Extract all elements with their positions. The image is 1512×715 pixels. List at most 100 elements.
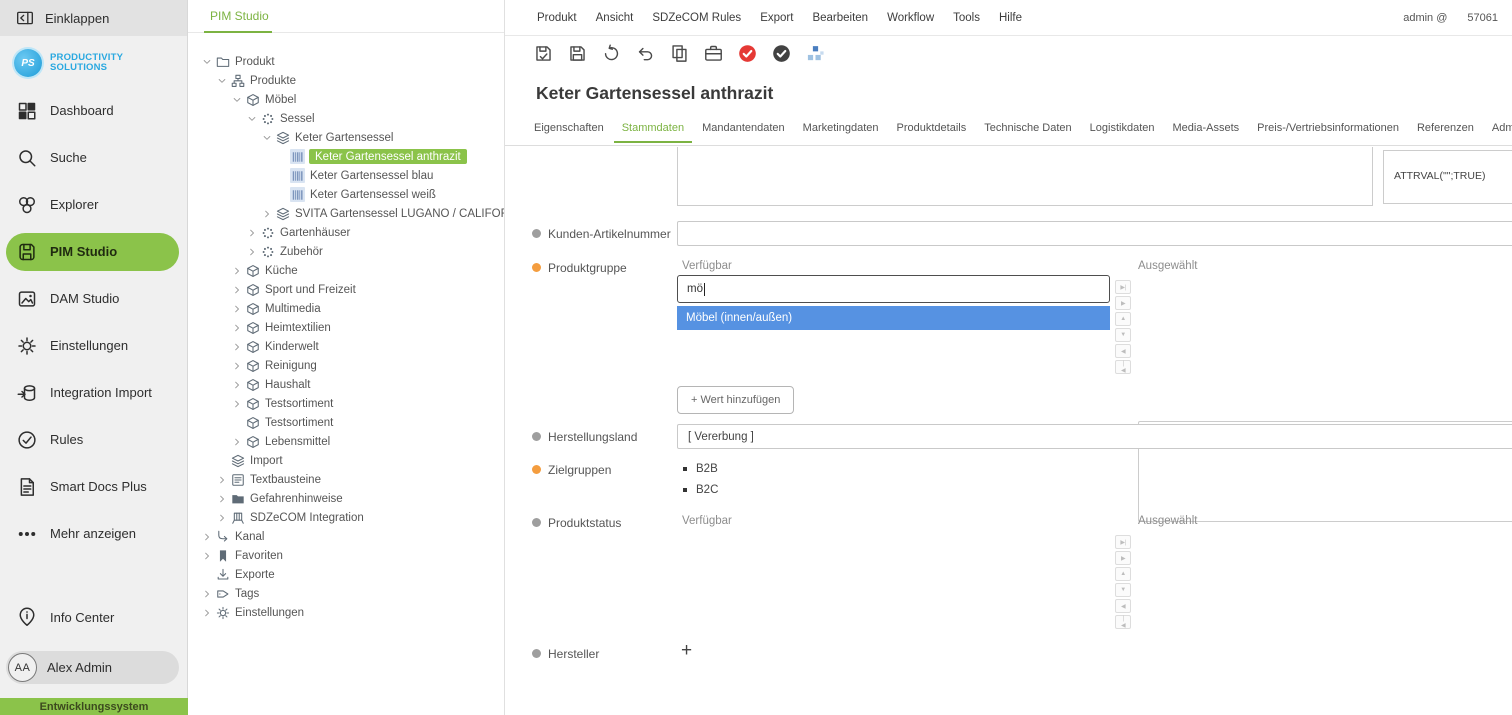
chevron-down-icon[interactable] <box>260 131 274 145</box>
sidebar-item-mehr-anzeigen[interactable]: Mehr anzeigen <box>0 510 187 557</box>
transfer-move-all-right-button[interactable]: ▶| <box>1115 280 1131 294</box>
tab-eigenschaften[interactable]: Eigenschaften <box>531 120 607 142</box>
chevron-right-icon[interactable] <box>215 492 229 506</box>
tree-node-keter-gartensessel-blau[interactable]: Keter Gartensessel blau <box>188 166 504 185</box>
toolbar-status-red-check-button[interactable] <box>734 40 760 66</box>
chevron-right-icon[interactable] <box>215 511 229 525</box>
sidebar-item-suche[interactable]: Suche <box>0 134 187 181</box>
transfer-move-up-button[interactable]: ▲ <box>1115 312 1131 326</box>
menu-hilfe[interactable]: Hilfe <box>999 12 1022 24</box>
formula-panel[interactable]: ATTRVAL("";TRUE) <box>1383 150 1512 204</box>
chevron-right-icon[interactable] <box>200 606 214 620</box>
chevron-right-icon[interactable] <box>245 245 259 259</box>
tree-node-gartenh-user[interactable]: Gartenhäuser <box>188 223 504 242</box>
chevron-right-icon[interactable] <box>200 549 214 563</box>
hersteller-add-button[interactable]: + <box>681 643 692 659</box>
tree-node-produkt[interactable]: Produkt <box>188 52 504 71</box>
transfer-move-left-button[interactable]: ◀ <box>1115 344 1131 358</box>
transfer-move-up-button[interactable]: ▲ <box>1115 567 1131 581</box>
tab-referenzen[interactable]: Referenzen <box>1414 120 1477 142</box>
tree-node-gefahrenhinweise[interactable]: Gefahrenhinweise <box>188 489 504 508</box>
menu-workflow[interactable]: Workflow <box>887 12 934 24</box>
transfer-move-all-left-button[interactable]: |◀ <box>1115 615 1131 629</box>
tree-node-testsortiment[interactable]: Testsortiment <box>188 394 504 413</box>
tree-node-k-che[interactable]: Küche <box>188 261 504 280</box>
menu-export[interactable]: Export <box>760 12 793 24</box>
chevron-right-icon[interactable] <box>230 435 244 449</box>
sidebar-item-integration-import[interactable]: Integration Import <box>0 369 187 416</box>
tree-node-produkte[interactable]: Produkte <box>188 71 504 90</box>
chevron-right-icon[interactable] <box>230 397 244 411</box>
add-value-button[interactable]: + Wert hinzufügen <box>677 386 794 414</box>
transfer-move-right-button[interactable]: ▶ <box>1115 296 1131 310</box>
tree-node-einstellungen[interactable]: Einstellungen <box>188 603 504 622</box>
chevron-right-icon[interactable] <box>245 226 259 240</box>
tree-node-import[interactable]: Import <box>188 451 504 470</box>
chevron-right-icon[interactable] <box>230 321 244 335</box>
chevron-right-icon[interactable] <box>230 378 244 392</box>
suggestion-m-bel-innen-au-en[interactable]: Möbel (innen/außen) <box>677 306 1110 330</box>
tree-node-kinderwelt[interactable]: Kinderwelt <box>188 337 504 356</box>
toolbar-undo-button[interactable] <box>632 40 658 66</box>
user-menu[interactable]: AA Alex Admin <box>6 651 179 684</box>
toolbar-status-dark-check-button[interactable] <box>768 40 794 66</box>
sidebar-item-rules[interactable]: Rules <box>0 416 187 463</box>
transfer-move-right-button[interactable]: ▶ <box>1115 551 1131 565</box>
toolbar-save-button[interactable] <box>564 40 590 66</box>
sidebar-item-explorer[interactable]: Explorer <box>0 181 187 228</box>
tree-node-sessel[interactable]: Sessel <box>188 109 504 128</box>
tree-node-tags[interactable]: Tags <box>188 584 504 603</box>
tree-node-reinigung[interactable]: Reinigung <box>188 356 504 375</box>
chevron-right-icon[interactable] <box>200 587 214 601</box>
toolbar-copy-document-button[interactable] <box>666 40 692 66</box>
tab-administration[interactable]: Administration <box>1489 120 1512 142</box>
collapse-sidebar-button[interactable]: Einklappen <box>0 0 187 36</box>
chevron-down-icon[interactable] <box>200 55 214 69</box>
chevron-right-icon[interactable] <box>215 473 229 487</box>
tree-node-m-bel[interactable]: Möbel <box>188 90 504 109</box>
toolbar-briefcase-button[interactable] <box>700 40 726 66</box>
tree-node-lebensmittel[interactable]: Lebensmittel <box>188 432 504 451</box>
tree-node-zubeh-r[interactable]: Zubehör <box>188 242 504 261</box>
tree-node-testsortiment[interactable]: Testsortiment <box>188 413 504 432</box>
transfer-move-left-button[interactable]: ◀ <box>1115 599 1131 613</box>
chevron-right-icon[interactable] <box>230 359 244 373</box>
tab-media-assets[interactable]: Media-Assets <box>1170 120 1243 142</box>
tree-node-keter-gartensessel-wei[interactable]: Keter Gartensessel weiß <box>188 185 504 204</box>
tab-marketingdaten[interactable]: Marketingdaten <box>800 120 882 142</box>
menu-sdzecom-rules[interactable]: SDZeCOM Rules <box>652 12 741 24</box>
herstellungsland-input[interactable]: [ Vererbung ] <box>677 424 1512 449</box>
scrolled-field-box[interactable] <box>677 147 1373 206</box>
tab-produktdetails[interactable]: Produktdetails <box>894 120 970 142</box>
tab-mandantendaten[interactable]: Mandantendaten <box>699 120 788 142</box>
tab-preis-vertriebsinformationen[interactable]: Preis-/Vertriebsinformationen <box>1254 120 1402 142</box>
tree-node-multimedia[interactable]: Multimedia <box>188 299 504 318</box>
chevron-right-icon[interactable] <box>230 283 244 297</box>
menu-tools[interactable]: Tools <box>953 12 980 24</box>
tree-node-exporte[interactable]: Exporte <box>188 565 504 584</box>
chevron-right-icon[interactable] <box>230 264 244 278</box>
tree-node-haushalt[interactable]: Haushalt <box>188 375 504 394</box>
produktgruppe-search-input[interactable]: mö <box>677 275 1110 303</box>
menu-bearbeiten[interactable]: Bearbeiten <box>812 12 868 24</box>
tab-stammdaten[interactable]: Stammdaten <box>619 120 687 142</box>
chevron-down-icon[interactable] <box>245 112 259 126</box>
transfer-move-all-left-button[interactable]: |◀ <box>1115 360 1131 374</box>
tree-tab-pim-studio[interactable]: PIM Studio <box>210 9 269 23</box>
tree-node-textbausteine[interactable]: Textbausteine <box>188 470 504 489</box>
chevron-down-icon[interactable] <box>215 74 229 88</box>
tree-node-sdzecom-integration[interactable]: SDZeCOM Integration <box>188 508 504 527</box>
tree-node-keter-gartensessel-anthrazit[interactable]: Keter Gartensessel anthrazit <box>188 147 504 166</box>
chevron-right-icon[interactable] <box>260 207 274 221</box>
tab-logistikdaten[interactable]: Logistikdaten <box>1087 120 1158 142</box>
tree-node-svita-gartensessel-lugano-california[interactable]: SVITA Gartensessel LUGANO / CALIFORNIA <box>188 204 504 223</box>
chevron-right-icon[interactable] <box>230 340 244 354</box>
menu-ansicht[interactable]: Ansicht <box>596 12 634 24</box>
transfer-move-down-button[interactable]: ▼ <box>1115 583 1131 597</box>
tree-node-sport-und-freizeit[interactable]: Sport und Freizeit <box>188 280 504 299</box>
sidebar-item-dashboard[interactable]: Dashboard <box>0 87 187 134</box>
chevron-right-icon[interactable] <box>200 530 214 544</box>
sidebar-item-pim-studio[interactable]: PIM Studio <box>0 228 187 275</box>
tree-node-kanal[interactable]: Kanal <box>188 527 504 546</box>
sidebar-item-einstellungen[interactable]: Einstellungen <box>0 322 187 369</box>
